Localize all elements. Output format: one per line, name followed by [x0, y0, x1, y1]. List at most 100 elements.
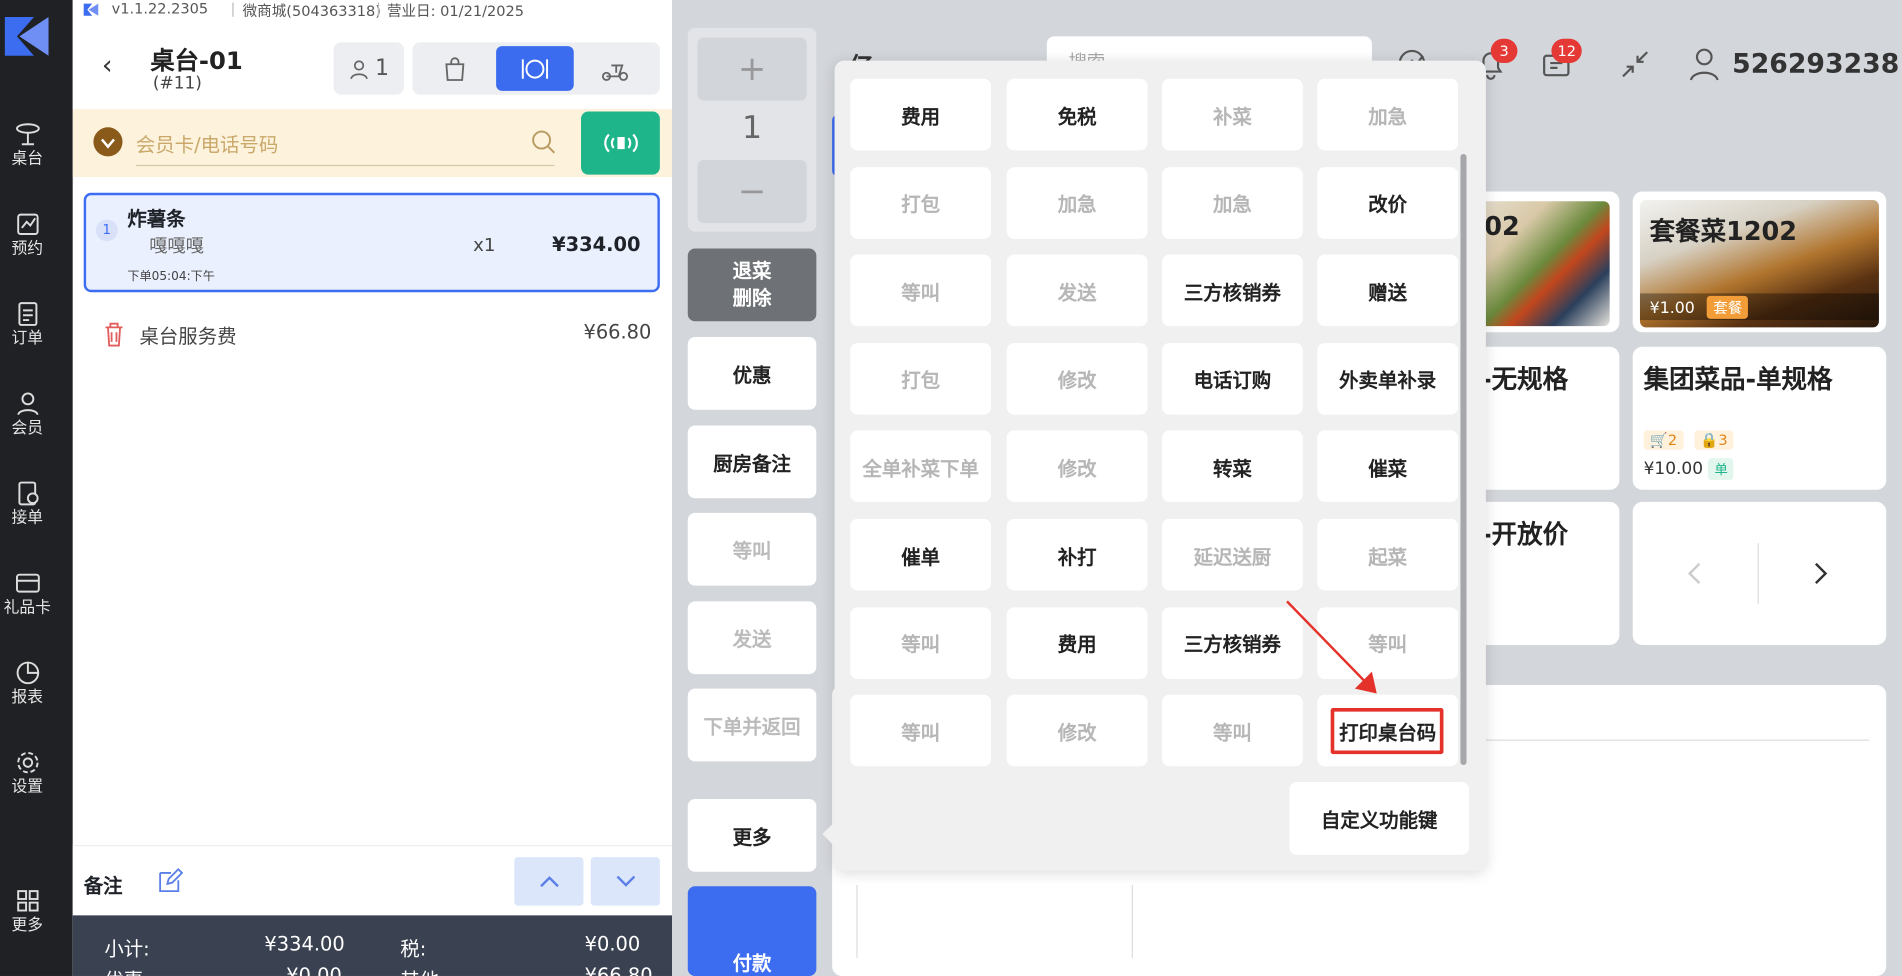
function-button[interactable]: 费用: [1006, 606, 1148, 679]
function-button[interactable]: 改价: [1317, 166, 1459, 239]
function-button[interactable]: 修改: [1006, 430, 1148, 503]
function-button[interactable]: 催单: [850, 518, 992, 591]
back-icon[interactable]: ‹: [102, 51, 113, 81]
function-button[interactable]: 加急: [1006, 166, 1148, 239]
scroll-down-button[interactable]: [590, 857, 660, 906]
discount-button[interactable]: 优惠: [687, 337, 817, 410]
function-button[interactable]: 全单补菜下单: [850, 430, 992, 503]
function-button[interactable]: 免税: [1006, 78, 1148, 151]
qty-minus-button[interactable]: −: [697, 160, 807, 224]
chevron-left-icon[interactable]: [1686, 560, 1703, 587]
function-button[interactable]: 等叫: [1162, 694, 1303, 767]
trash-icon[interactable]: [102, 321, 126, 348]
bag-count: 3: [1718, 431, 1728, 449]
reservation-icon: [16, 213, 38, 235]
nav-label: 接单: [11, 509, 44, 528]
search-icon[interactable]: [530, 129, 557, 156]
nav-item-member[interactable]: 会员: [0, 376, 55, 449]
app-logo-small-icon: [83, 3, 99, 16]
nav-label: 报表: [11, 688, 44, 707]
mode-dine-in[interactable]: [496, 46, 574, 91]
nav-item-report[interactable]: 报表: [0, 645, 55, 718]
function-button[interactable]: 打包: [850, 342, 992, 415]
nav-label: 会员: [11, 419, 44, 438]
function-button[interactable]: 费用: [850, 78, 992, 151]
bag-icon: [445, 56, 465, 81]
more-icon: [16, 890, 38, 912]
product-card[interactable]: 套餐菜1202 ¥1.00 套餐: [1632, 191, 1887, 333]
nav-item-reservation[interactable]: 预约: [0, 196, 55, 269]
nav-label: 礼品卡: [3, 598, 51, 618]
status-line: v1.1.22.2305 | 微商城(504363318) | 营业日: 01/…: [72, 0, 673, 20]
function-button[interactable]: 催菜: [1317, 430, 1459, 503]
item-time: 下单05:04:下午: [127, 270, 215, 284]
guest-count-button[interactable]: 1: [333, 42, 404, 95]
order-item-row[interactable]: 1 炸薯条 嘎嘎嘎 x1 ¥334.00 下单05:04:下午: [83, 192, 660, 293]
report-icon: [16, 661, 39, 685]
function-button[interactable]: 加急: [1317, 78, 1459, 151]
function-button[interactable]: 赠送: [1317, 254, 1459, 327]
function-button[interactable]: 等叫: [850, 254, 992, 327]
function-button[interactable]: 等叫: [850, 694, 992, 767]
more-button[interactable]: 更多: [687, 798, 817, 872]
table-icon: [15, 123, 40, 146]
function-button[interactable]: 补打: [1006, 518, 1148, 591]
edit-icon[interactable]: [156, 868, 184, 895]
product-price: ¥1.00: [1649, 299, 1695, 318]
nav-item-more[interactable]: 更多: [0, 873, 55, 946]
nav-item-giftcard[interactable]: 礼品卡: [0, 555, 55, 628]
set-meal-tag: 套餐: [1707, 295, 1749, 319]
product-title: 集团菜品-单规格: [1643, 364, 1833, 395]
function-button[interactable]: 打包: [850, 166, 992, 239]
account-icon[interactable]: [1688, 46, 1724, 82]
discount-value: ¥0.00: [286, 963, 342, 976]
function-button[interactable]: 延迟送厨: [1162, 518, 1303, 591]
account-id[interactable]: 526293238: [1732, 50, 1899, 80]
function-button[interactable]: 外卖单补录: [1317, 342, 1459, 415]
nav-item-settings[interactable]: 设置: [0, 735, 55, 808]
product-card[interactable]: 集团菜品-单规格 🛒2 🔒3 ¥10.00 单: [1632, 346, 1887, 490]
chevron-down-icon: [615, 875, 635, 887]
tax-label: 税:: [400, 937, 427, 961]
order-mode-selector: [412, 42, 660, 95]
product-title: -开放价: [1481, 520, 1569, 550]
function-button[interactable]: 电话订购: [1162, 342, 1303, 415]
chevron-right-icon[interactable]: [1812, 560, 1829, 587]
mode-takeout[interactable]: [416, 46, 494, 91]
popup-scrollbar[interactable]: [1460, 153, 1467, 766]
refund-delete-label: 退菜 删除: [732, 259, 772, 310]
nav-item-accept[interactable]: 接单: [0, 466, 55, 539]
nav-item-table[interactable]: 桌台: [0, 107, 55, 180]
order-return-button[interactable]: 下单并返回: [687, 688, 817, 762]
item-option: 嘎嘎嘎: [149, 235, 204, 258]
collapse-icon[interactable]: [1617, 46, 1653, 82]
function-button[interactable]: 起菜: [1317, 518, 1459, 591]
function-button[interactable]: 发送: [1006, 254, 1148, 327]
send-button[interactable]: 发送: [687, 601, 817, 675]
discount-label: 优惠:: [104, 964, 149, 976]
function-button[interactable]: 加急: [1162, 166, 1303, 239]
qty-value: 1: [742, 110, 763, 147]
kitchen-note-button[interactable]: 厨房备注: [687, 425, 817, 499]
member-search-input[interactable]: 会员卡/电话号码: [135, 129, 555, 167]
qty-plus-button[interactable]: +: [697, 37, 807, 101]
refund-delete-button[interactable]: 退菜 删除: [687, 248, 817, 322]
nav-item-orders[interactable]: 订单: [0, 286, 55, 359]
function-button[interactable]: 修改: [1006, 694, 1148, 767]
mode-delivery[interactable]: [576, 46, 654, 91]
pay-button[interactable]: 付款: [687, 886, 817, 976]
member-icon: [16, 392, 38, 416]
function-button[interactable]: 转菜: [1162, 430, 1303, 503]
function-button[interactable]: 三方核销券: [1162, 254, 1303, 327]
order-icon: [17, 302, 37, 326]
remark-label: 备注: [83, 874, 123, 898]
function-button[interactable]: 等叫: [850, 606, 992, 679]
scroll-up-button[interactable]: [514, 857, 584, 906]
custom-function-key-button[interactable]: 自定义功能键: [1289, 781, 1469, 855]
app-logo: [4, 16, 49, 56]
function-button[interactable]: 修改: [1006, 342, 1148, 415]
function-button[interactable]: 补菜: [1162, 78, 1303, 151]
nfc-card-button[interactable]: [581, 111, 660, 175]
member-search-bar: 会员卡/电话号码: [72, 109, 673, 178]
hold-button[interactable]: 等叫: [687, 512, 817, 586]
